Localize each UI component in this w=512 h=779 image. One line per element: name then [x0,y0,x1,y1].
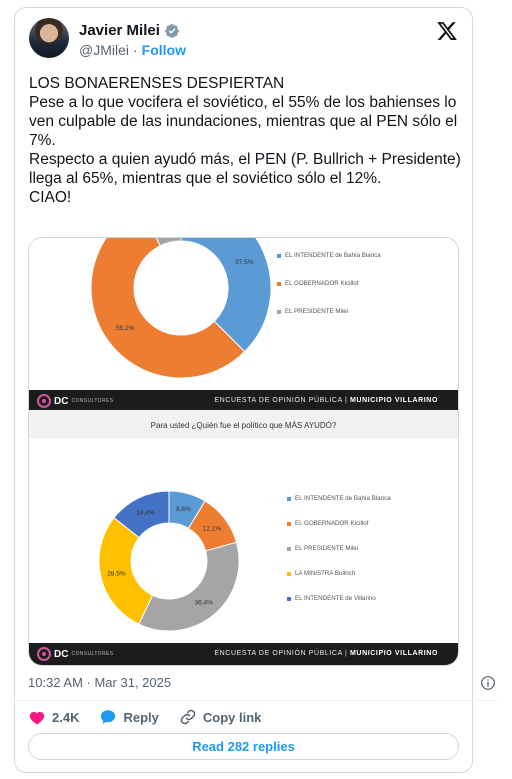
heart-icon [29,711,45,725]
donut-data-label: 28,5% [107,570,126,577]
legend-item: EL INTENDENTE de Villarino [287,595,376,602]
copy-link-button[interactable]: Copy link [179,708,262,726]
legend-item: LA MINISTRA Bullrich [287,570,355,577]
legend-label: EL GOBERNADOR Kicillof [295,520,369,527]
legend-item: EL GOBERNADOR Kicillof [287,520,368,527]
donut-data-label: 12,1% [203,525,222,532]
legend-swatch [287,521,291,526]
reply-bubble-icon [101,710,116,724]
donut-data-label: 37,5% [235,259,254,266]
handle-row: @JMilei · Follow [79,42,186,58]
legend-label: EL INTENDENTE de Bahía Blanca [285,252,381,259]
brand-circle-icon [37,394,51,408]
legend-label: LA MINISTRA Bullrich [295,570,356,577]
info-icon[interactable] [480,675,496,691]
legend-item: EL INTENDENTE de Bahía Blanca [287,495,391,502]
brand-circle-icon [37,647,51,661]
reply-label: Reply [123,709,159,725]
legend-item: EL INTENDENTE de Bahía Blanca [277,252,381,259]
reply-button[interactable]: Reply [99,708,159,726]
donut-data-label: 55,2% [116,325,135,332]
tweet-text: LOS BONAERENSES DESPIERTAN Pese a lo que… [29,75,461,206]
chart-panel-top: 37,5% 55,2% EL INTENDENTE de Bahía Blanca… [29,238,458,384]
survey-title: ENCUESTA DE OPINIÓN PÚBLICA | MUNICIPIO … [214,650,438,657]
brand-logo: DC CONSULTORES [37,394,113,408]
survey-label: ENCUESTA DE OPINIÓN PÚBLICA | [214,650,348,657]
legend-swatch [287,596,291,601]
donut-slice [138,541,240,632]
read-replies-button[interactable]: Read 282 replies [28,733,459,760]
brand-logo: DC CONSULTORES [37,647,113,661]
legend-label: EL PRESIDENTE Milei [285,308,349,315]
separator: · [133,42,138,58]
action-bar: 2.4K Reply Copy link [28,708,281,726]
donut-data-label: 14,4% [136,509,155,516]
legend-item: EL PRESIDENTE Milei [287,545,358,552]
legend-swatch [277,309,281,314]
legend-item: EL PRESIDENTE Milei [277,308,348,315]
survey-banner: DC CONSULTORES ENCUESTA DE OPINIÓN PÚBLI… [29,390,458,412]
like-button[interactable]: 2.4K [28,708,79,726]
legend-swatch [287,571,291,576]
legend-label: EL PRESIDENTE Milei [295,545,359,552]
copy-link-label: Copy link [202,709,262,725]
legend-label: EL INTENDENTE de Villarino [295,595,376,602]
display-name[interactable]: Javier Milei [79,22,160,39]
tweet-timestamp[interactable]: 10:32 AM · Mar 31, 2025 [28,675,171,690]
name-row: Javier Milei [79,22,180,39]
donut-data-label: 8,6% [176,506,191,513]
link-icon [180,709,196,725]
brand-sub: CONSULTORES [71,398,114,404]
donut-data-label: 36,4% [194,599,213,606]
legend-swatch [287,546,291,551]
verified-badge-icon [165,23,179,38]
legend-swatch [287,496,291,501]
survey-place: MUNICIPIO VILLARINO [349,650,438,657]
survey-title: ENCUESTA DE OPINIÓN PÚBLICA | MUNICIPIO … [214,397,438,404]
legend-label: EL GOBERNADOR Kicillof [285,280,359,287]
survey-place: MUNICIPIO VILLARINO [349,397,438,404]
brand-name: DC [54,395,69,407]
like-count: 2.4K [52,709,80,725]
legend-swatch [277,281,281,286]
follow-button[interactable]: Follow [142,42,186,58]
legend-label: EL INTENDENTE de Bahía Blanca [295,495,391,502]
survey-label: ENCUESTA DE OPINIÓN PÚBLICA | [214,397,348,404]
legend-bottom: EL INTENDENTE de Bahía Blanca EL GOBERNA… [287,438,457,638]
brand-name: DC [54,648,69,660]
tweet-header: Javier Milei @JMilei · Follow [29,18,458,60]
survey-banner: DC CONSULTORES ENCUESTA DE OPINIÓN PÚBLI… [29,643,458,665]
handle[interactable]: @JMilei [79,42,129,58]
survey-question: Para usted ¿Quién fue el político que MÁ… [150,421,337,430]
legend-swatch [277,253,281,258]
x-logo-icon[interactable] [436,20,458,42]
divider [14,700,498,701]
brand-sub: CONSULTORES [71,651,114,657]
legend-item: EL GOBERNADOR Kicillof [277,280,358,287]
chart-panel-bottom: 8,6% 12,1% 36,4% 28,5% 14,4% EL INTENDENTE d… [29,438,458,638]
avatar[interactable] [29,18,69,58]
tweet-media-image[interactable]: 37,5% 55,2% EL INTENDENTE de Bahía Blanca… [28,237,459,666]
legend-top: EL INTENDENTE de Bahía Blanca EL GOBERNA… [277,238,457,384]
